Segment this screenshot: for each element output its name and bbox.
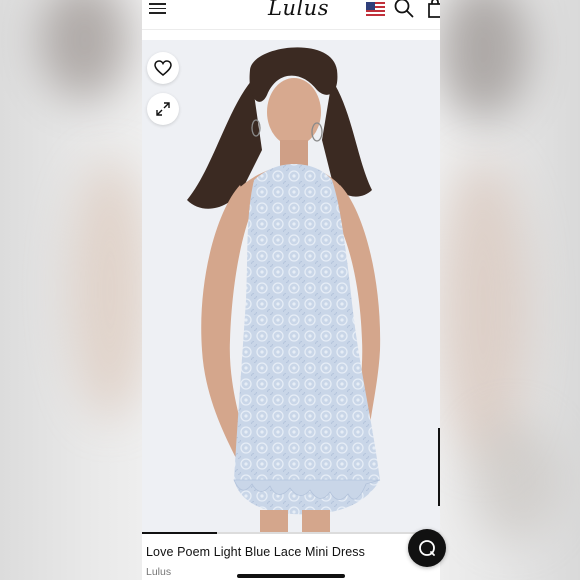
blurred-background-left [0, 0, 142, 580]
vertical-scroll-indicator [438, 428, 440, 506]
phone-screen: Lulus Love Poem Light Blue Lace Mini Dre… [142, 0, 440, 580]
expand-image-button[interactable] [147, 93, 179, 125]
us-flag-icon[interactable] [366, 2, 385, 16]
heart-icon [154, 60, 172, 76]
top-navigation-bar: Lulus [142, 0, 440, 30]
image-carousel-progress [142, 532, 440, 534]
product-brand[interactable]: Lulus [146, 566, 171, 578]
product-image-carousel[interactable] [142, 40, 440, 534]
chat-button[interactable] [408, 529, 446, 567]
blurred-background-right [438, 0, 580, 580]
favorite-button[interactable] [147, 52, 179, 84]
hamburger-menu-icon[interactable] [149, 0, 166, 14]
expand-arrows-icon [156, 102, 170, 116]
product-title[interactable]: Love Poem Light Blue Lace Mini Dress [146, 545, 365, 559]
search-icon[interactable] [394, 0, 414, 18]
home-indicator-bar [237, 574, 345, 578]
product-photo [142, 40, 440, 534]
shopping-bag-icon[interactable] [428, 0, 440, 18]
image-carousel-progress-fill [142, 532, 217, 534]
chat-bubble-icon [419, 540, 435, 556]
lulus-logo[interactable]: Lulus [268, 0, 329, 20]
